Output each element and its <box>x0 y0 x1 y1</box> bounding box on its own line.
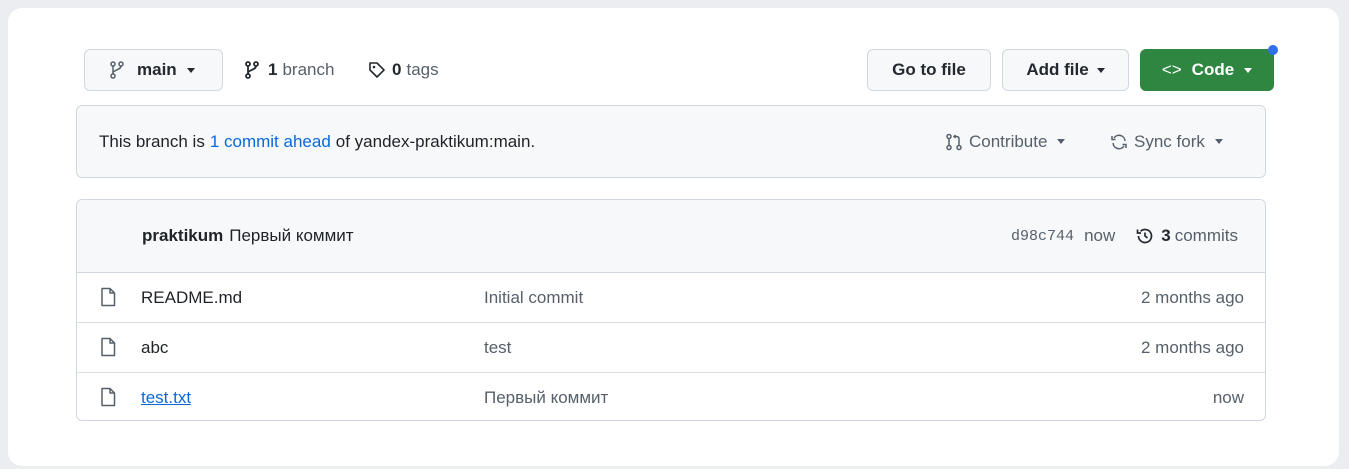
branches-link[interactable]: 1 branch <box>244 49 334 91</box>
code-icon: <> <box>1161 60 1182 79</box>
file-commit-message[interactable]: test <box>484 323 511 372</box>
file-commit-age: now <box>1212 387 1244 407</box>
sync-icon <box>1111 134 1127 149</box>
contribute-label: Contribute <box>969 131 1048 151</box>
file-icon <box>101 337 116 357</box>
add-file-button[interactable]: Add file <box>1002 49 1129 91</box>
latest-commit-info: praktikum Первый коммит <box>142 200 354 272</box>
file-commit-age: 2 months ago <box>1140 337 1244 357</box>
ahead-message: This branch is 1 commit ahead of yandex-… <box>99 106 535 177</box>
file-icon <box>101 387 116 407</box>
file-list: praktikum Первый коммит d98c744 now 3 co… <box>76 199 1266 421</box>
file-row[interactable]: abc test 2 months ago <box>77 323 1265 373</box>
file-name[interactable]: test.txt <box>141 373 191 420</box>
branch-select-label: main <box>137 60 177 79</box>
history-icon <box>1136 228 1153 244</box>
branch-select-button[interactable]: main <box>84 49 223 91</box>
commit-author[interactable]: praktikum <box>142 226 223 246</box>
notification-dot <box>1268 45 1278 55</box>
sync-fork-label: Sync fork <box>1134 131 1205 151</box>
repo-toolbar: main 1 branch 0 tags Go to file Add file… <box>84 45 1278 93</box>
pull-request-icon <box>946 133 962 150</box>
latest-commit-row: praktikum Первый коммит d98c744 now 3 co… <box>77 200 1265 273</box>
file-row[interactable]: test.txt Первый коммит now <box>77 373 1265 420</box>
chevron-down-icon <box>1096 67 1105 73</box>
git-branch-icon <box>245 61 259 79</box>
commit-count: 3 <box>1161 226 1171 245</box>
file-name[interactable]: README.md <box>141 273 242 322</box>
file-icon <box>101 287 116 307</box>
ahead-suffix: of yandex-praktikum:main. <box>335 131 536 151</box>
ahead-prefix: This branch is <box>99 131 205 151</box>
git-branch-icon <box>110 61 124 79</box>
file-commit-message[interactable]: Initial commit <box>484 273 583 322</box>
branch-label: branch <box>282 60 335 79</box>
go-to-file-button[interactable]: Go to file <box>867 49 991 91</box>
repo-card: main 1 branch 0 tags Go to file Add file… <box>8 8 1339 466</box>
commit-count-label: commits <box>1174 226 1238 245</box>
file-commit-message[interactable]: Первый коммит <box>484 373 608 420</box>
add-file-label: Add file <box>1026 60 1089 79</box>
chevron-down-icon <box>186 67 195 73</box>
file-commit-age: 2 months ago <box>1140 287 1244 307</box>
contribute-button[interactable]: Contribute <box>945 106 1066 177</box>
branch-count: 1 <box>268 60 278 79</box>
branch-ahead-banner: This branch is 1 commit ahead of yandex-… <box>76 105 1266 178</box>
code-button[interactable]: <> Code <box>1140 45 1278 91</box>
sync-fork-button[interactable]: Sync fork <box>1110 106 1223 177</box>
tag-count: 0 <box>392 60 402 79</box>
tag-icon <box>369 62 385 78</box>
tags-link[interactable]: 0 tags <box>368 49 439 91</box>
latest-commit-meta: d98c744 now 3 commits <box>1011 200 1238 272</box>
commits-ahead-link[interactable]: 1 commit ahead <box>210 132 331 152</box>
commit-time: now <box>1084 226 1116 245</box>
tag-label: tags <box>406 60 439 79</box>
commits-history-link[interactable]: 3 commits <box>1135 226 1238 246</box>
file-row[interactable]: README.md Initial commit 2 months ago <box>77 273 1265 323</box>
code-label: Code <box>1191 60 1235 79</box>
chevron-down-icon <box>1244 67 1253 73</box>
chevron-down-icon <box>1214 139 1223 144</box>
chevron-down-icon <box>1057 139 1066 144</box>
commit-message[interactable]: Первый коммит <box>229 226 353 246</box>
go-to-file-label: Go to file <box>892 60 966 79</box>
file-name[interactable]: abc <box>141 323 168 372</box>
commit-sha[interactable]: d98c744 <box>1011 228 1074 245</box>
